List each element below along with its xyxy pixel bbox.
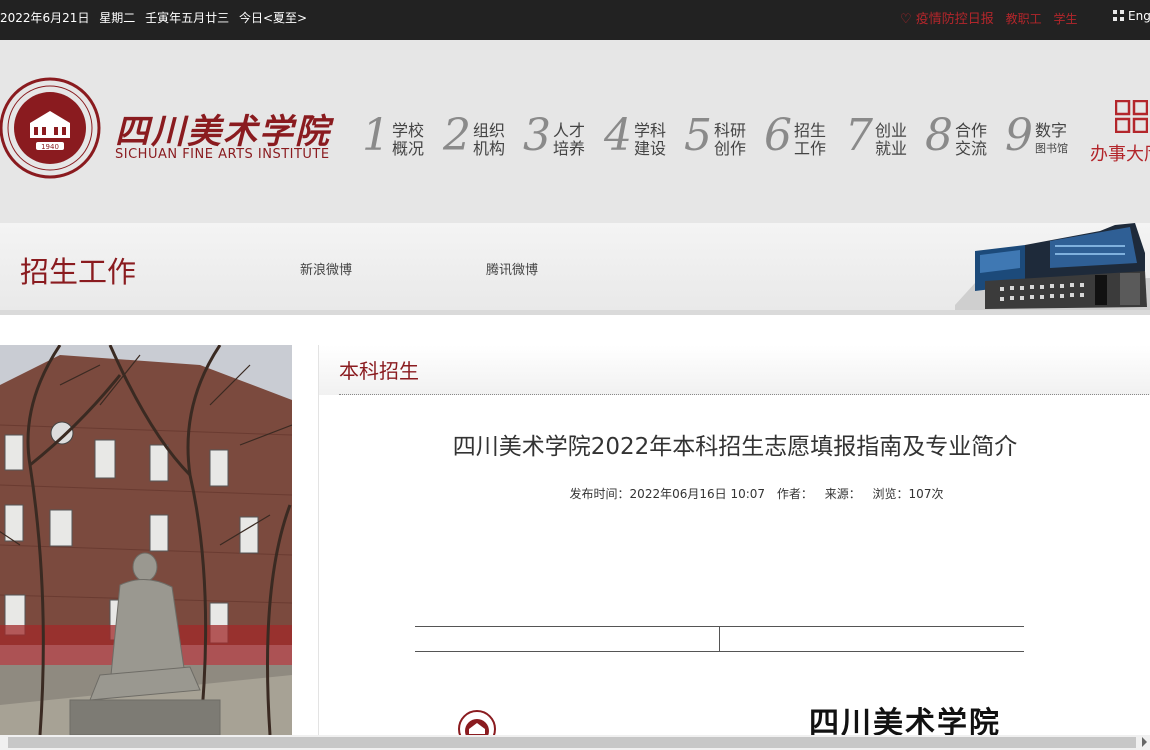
document-table (415, 626, 1024, 652)
epidemic-report-link[interactable]: ♡ 疫情防控日报 (900, 12, 994, 27)
article-title: 四川美术学院2022年本科招生志愿填报指南及专业简介 (452, 434, 1018, 460)
site-header: 1940 四川美术学院 SICHUAN FINE ARTS INSTITUTE … (0, 40, 1150, 223)
school-name-cn[interactable]: 四川美术学院 (115, 104, 331, 153)
nav-number: 9 (1005, 110, 1033, 161)
nav-item-organization[interactable]: 2 组织 机构 (443, 114, 523, 168)
tencent-weibo-link[interactable]: 腾讯微博 (486, 259, 538, 278)
nav-item-cooperation[interactable]: 8 合作 交流 (925, 114, 1005, 168)
nav-label: 创业 就业 (875, 121, 908, 158)
nav-number: 4 (604, 110, 632, 161)
category-header: 本科招生 (319, 345, 1150, 395)
nav-number: 1 (362, 110, 390, 161)
school-name-en[interactable]: SICHUAN FINE ARTS INSTITUTE (115, 147, 330, 162)
nav-number: 2 (443, 110, 471, 161)
grid-icon (1113, 10, 1124, 21)
scrollbar-thumb[interactable] (8, 737, 1136, 748)
nav-label: 招生 工作 (794, 121, 827, 158)
student-link[interactable]: 学生 (1053, 12, 1077, 26)
article-panel: 本科招生 四川美术学院2022年本科招生志愿填报指南及专业简介 发布时间：202… (318, 345, 1150, 748)
top-links: ♡ 疫情防控日报 教职工 学生 (900, 8, 1085, 27)
nav-label: 学校 概况 (392, 121, 425, 158)
article-meta: 发布时间：2022年06月16日 10:07 作者： 来源： 浏览：107次 (319, 485, 1150, 502)
solar-term-text: 今日<夏至> (238, 11, 308, 25)
nav-label: 学科 建设 (634, 121, 667, 158)
nav-item-digital-library[interactable]: 9 数字 图书馆 (1005, 114, 1085, 168)
nav-label: 科研 创作 (714, 121, 747, 158)
nav-number: 6 (764, 110, 792, 161)
publish-time: 发布时间：2022年06月16日 10:07 (569, 487, 766, 501)
nav-item-discipline[interactable]: 4 学科 建设 (604, 114, 684, 168)
horizontal-scrollbar[interactable] (0, 735, 1150, 750)
author: 作者： (776, 487, 813, 501)
nav-number: 5 (684, 110, 712, 161)
nav-item-talent-training[interactable]: 3 人才 培养 (523, 114, 603, 168)
campus-building-image (955, 223, 1150, 310)
office-hall-label: 办事大厅 (1090, 144, 1150, 165)
date-text: 2022年6月21日 (0, 11, 90, 25)
campus-statue-photo (0, 345, 292, 735)
staff-link[interactable]: 教职工 (1006, 12, 1042, 26)
nav-number: 8 (925, 110, 953, 161)
table-divider (719, 627, 720, 651)
nav-item-research[interactable]: 5 科研 创作 (684, 114, 764, 168)
language-switch[interactable]: Eng (1113, 9, 1150, 23)
nav-item-admissions[interactable]: 6 招生 工作 (764, 114, 844, 168)
scroll-right-arrow-icon[interactable] (1142, 737, 1147, 747)
nav-label: 人才 培养 (553, 121, 586, 158)
category-title[interactable]: 本科招生 (339, 355, 419, 384)
top-bar: 2022年6月21日 星期二 壬寅年五月廿三 今日<夏至> ♡ 疫情防控日报 教… (0, 0, 1150, 40)
nav-label: 数字 图书馆 (1035, 121, 1068, 156)
lunar-date-text: 壬寅年五月廿三 (145, 11, 230, 25)
weekday-text: 星期二 (99, 11, 136, 25)
section-title: 招生工作 (20, 255, 137, 289)
language-label: Eng (1128, 9, 1150, 23)
source: 来源： (824, 487, 861, 501)
nav-label: 组织 机构 (473, 121, 506, 158)
section-banner: 招生工作 新浪微博 腾讯微博 (0, 223, 1150, 315)
nav-number: 3 (523, 110, 551, 161)
school-seal-icon[interactable]: 1940 (0, 75, 102, 181)
nav-number: 7 (845, 110, 873, 161)
nav-label: 合作 交流 (955, 121, 988, 158)
view-count: 浏览：107次 (872, 487, 944, 501)
nav-item-school-overview[interactable]: 1 学校 概况 (362, 114, 442, 168)
dotted-divider (339, 394, 1150, 395)
grid-icon (1115, 100, 1148, 133)
sina-weibo-link[interactable]: 新浪微博 (300, 259, 352, 278)
date-info: 2022年6月21日 星期二 壬寅年五月廿三 今日<夏至> (0, 9, 313, 26)
nav-item-employment[interactable]: 7 创业 就业 (845, 114, 925, 168)
seal-year: 1940 (41, 143, 59, 151)
office-hall-button[interactable]: 办事大厅 (1090, 100, 1150, 170)
